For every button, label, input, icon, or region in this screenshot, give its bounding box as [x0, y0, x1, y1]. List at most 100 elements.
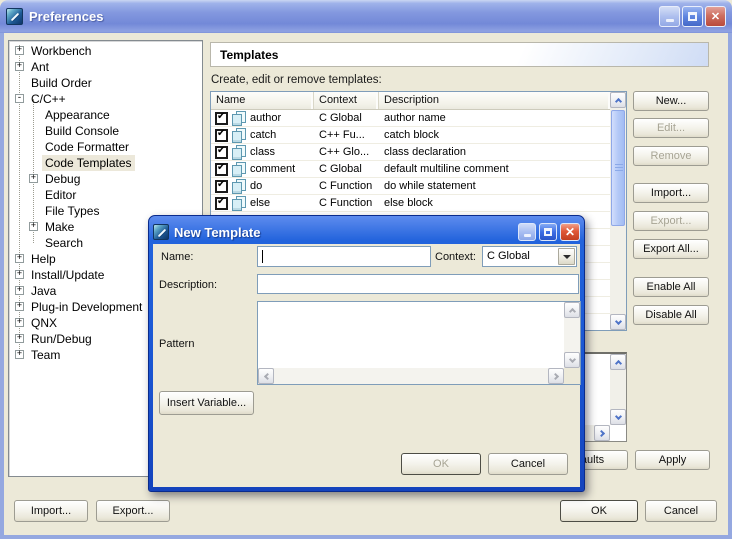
sidebar-item-code-formatter[interactable]: Code Formatter	[9, 139, 202, 155]
expand-icon[interactable]: +	[15, 302, 24, 311]
scroll-up-icon[interactable]	[610, 92, 626, 108]
export-button[interactable]: Export...	[633, 211, 709, 231]
scroll-up-icon[interactable]	[610, 354, 626, 370]
new-template-dialog: New Template ✕ Name: Context: C Global D…	[148, 215, 585, 492]
template-row-catch[interactable]: catchC++ Fu...catch block	[211, 127, 610, 144]
checkbox-checked[interactable]	[215, 112, 228, 125]
checkbox-checked[interactable]	[215, 197, 228, 210]
scroll-right-icon[interactable]	[594, 425, 610, 441]
titlebar: Preferences ✕	[0, 0, 732, 33]
context-selected-value: C Global	[487, 250, 530, 262]
expand-icon[interactable]: +	[15, 62, 24, 71]
ok-button[interactable]: OK	[560, 500, 638, 522]
expand-icon[interactable]: +	[15, 334, 24, 343]
checkbox-checked[interactable]	[215, 180, 228, 193]
sidebar-item-code-templates[interactable]: Code Templates	[9, 155, 202, 171]
context-dropdown[interactable]: C Global	[482, 246, 577, 267]
expand-icon[interactable]: +	[29, 174, 38, 183]
import-button[interactable]: Import...	[633, 183, 709, 203]
expand-icon[interactable]: +	[15, 318, 24, 327]
sidebar-item-ant[interactable]: +Ant	[9, 59, 202, 75]
template-context: C Global	[314, 163, 379, 175]
name-input[interactable]	[257, 246, 431, 267]
close-icon[interactable]: ✕	[705, 6, 726, 27]
template-context: C Function	[314, 197, 379, 209]
pattern-vertical-scrollbar[interactable]	[564, 302, 580, 368]
expand-icon[interactable]: +	[15, 350, 24, 359]
sidebar-item-editor[interactable]: Editor	[9, 187, 202, 203]
expand-icon[interactable]: +	[15, 254, 24, 263]
export-all-button[interactable]: Export All...	[633, 239, 709, 259]
template-row-else[interactable]: elseC Functionelse block	[211, 195, 610, 212]
edit-button[interactable]: Edit...	[633, 118, 709, 138]
template-row-author[interactable]: authorC Globalauthor name	[211, 110, 610, 127]
sidebar-item-debug[interactable]: + Debug	[9, 171, 202, 187]
sidebar-item-label: Java	[28, 283, 59, 299]
checkbox-checked[interactable]	[215, 129, 228, 142]
template-row-class[interactable]: classC++ Glo...class declaration	[211, 144, 610, 161]
export-button[interactable]: Export...	[96, 500, 170, 522]
chevron-down-icon[interactable]	[558, 248, 575, 265]
sidebar-item-label: Debug	[42, 171, 83, 187]
pattern-textarea[interactable]	[257, 301, 581, 385]
template-description: author name	[379, 112, 610, 124]
template-icon	[232, 196, 246, 210]
scroll-down-icon[interactable]	[610, 314, 626, 330]
apply-button[interactable]: Apply	[635, 450, 710, 470]
template-row-comment[interactable]: commentC Globaldefault multiline comment	[211, 161, 610, 178]
sidebar-item-build-console[interactable]: Build Console	[9, 123, 202, 139]
preferences-window: Preferences ✕ +Workbench+AntBuild Order-…	[0, 0, 732, 539]
import-button[interactable]: Import...	[14, 500, 88, 522]
column-header-description[interactable]: Description	[379, 92, 610, 109]
column-header-name[interactable]: Name	[211, 92, 314, 109]
instruction-label: Create, edit or remove templates:	[211, 74, 382, 86]
collapse-icon[interactable]: -	[15, 94, 24, 103]
dialog-ok-button[interactable]: OK	[401, 453, 481, 475]
disable-all-button[interactable]: Disable All	[633, 305, 709, 325]
sidebar-item-build-order[interactable]: Build Order	[9, 75, 202, 91]
scroll-right-icon[interactable]	[548, 368, 564, 384]
dialog-titlebar: New Template ✕	[153, 220, 580, 244]
sidebar-item-workbench[interactable]: +Workbench	[9, 43, 202, 59]
expand-icon[interactable]: +	[29, 222, 38, 231]
scroll-down-icon[interactable]	[610, 409, 626, 425]
dialog-title: New Template	[174, 225, 260, 240]
cancel-button[interactable]: Cancel	[645, 500, 717, 522]
sidebar-item-label: Team	[28, 347, 63, 363]
expand-icon[interactable]: +	[15, 286, 24, 295]
remove-button[interactable]: Remove	[633, 146, 709, 166]
template-description: catch block	[379, 129, 610, 141]
table-vertical-scrollbar[interactable]	[610, 92, 626, 330]
pattern-label: Pattern	[159, 338, 194, 350]
checkbox-checked[interactable]	[215, 146, 228, 159]
dialog-cancel-button[interactable]: Cancel	[488, 453, 568, 475]
preview-vertical-scrollbar[interactable]	[610, 354, 626, 425]
scroll-down-icon[interactable]	[564, 352, 580, 368]
expand-icon[interactable]: +	[15, 46, 24, 55]
expand-icon[interactable]: +	[15, 270, 24, 279]
dialog-maximize-icon[interactable]	[539, 223, 557, 241]
pattern-horizontal-scrollbar[interactable]	[258, 368, 564, 384]
sidebar-item-c-c[interactable]: -C/C++	[9, 91, 202, 107]
minimize-icon[interactable]	[659, 6, 680, 27]
scroll-up-icon[interactable]	[564, 302, 580, 318]
template-description: else block	[379, 197, 610, 209]
template-row-do[interactable]: doC Functiondo while statement	[211, 178, 610, 195]
dialog-close-icon[interactable]: ✕	[560, 223, 580, 241]
column-header-context[interactable]: Context	[314, 92, 379, 109]
dialog-minimize-icon[interactable]	[518, 223, 536, 241]
maximize-icon[interactable]	[682, 6, 703, 27]
template-description: class declaration	[379, 146, 610, 158]
enable-all-button[interactable]: Enable All	[633, 277, 709, 297]
description-input[interactable]	[257, 274, 579, 294]
insert-variable-button[interactable]: Insert Variable...	[159, 391, 254, 415]
new-button[interactable]: New...	[633, 91, 709, 111]
table-header: NameContextDescription	[211, 92, 610, 110]
template-icon	[232, 128, 246, 142]
sidebar-item-appearance[interactable]: Appearance	[9, 107, 202, 123]
scrollbar-corner	[564, 368, 580, 384]
sidebar-item-label: Make	[42, 219, 77, 235]
scrollbar-thumb[interactable]	[611, 110, 625, 226]
checkbox-checked[interactable]	[215, 163, 228, 176]
scroll-left-icon[interactable]	[258, 368, 274, 384]
